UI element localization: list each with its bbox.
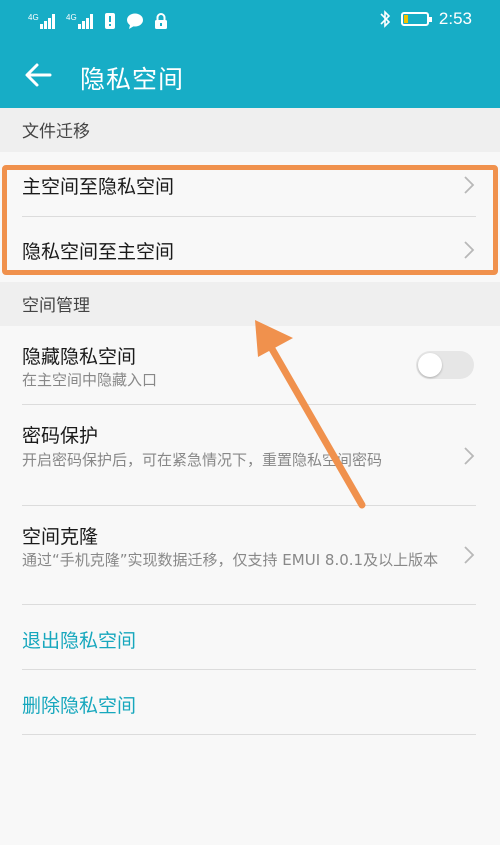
signal-4g-icon: 4G xyxy=(66,13,93,29)
sim-alert-icon xyxy=(105,13,115,29)
status-left-icons: 4G 4G xyxy=(28,11,168,31)
delete-private-space-label: 删除隐私空间 xyxy=(22,695,137,717)
page-title: 隐私空间 xyxy=(80,65,185,94)
main-to-private-label: 主空间至隐私空间 xyxy=(22,176,175,198)
signal-4g-icon: 4G xyxy=(28,13,55,29)
hide-space-toggle[interactable] xyxy=(416,351,474,379)
arrow-left-icon xyxy=(25,63,52,87)
bluetooth-icon xyxy=(380,10,391,28)
chevron-right-icon xyxy=(464,241,475,259)
space-clone-title: 空间克隆 xyxy=(22,526,99,548)
private-to-main-item[interactable]: 隐私空间至主空间 xyxy=(0,217,500,281)
space-clone-subtitle: 通过“手机克隆”实现数据迁移，仅支持 EMUI 8.0.1及以上版本 xyxy=(22,551,439,569)
hide-space-subtitle: 在主空间中隐藏入口 xyxy=(22,371,158,389)
main-to-private-item[interactable]: 主空间至隐私空间 xyxy=(0,152,500,216)
section-header-file-migration: 文件迁移 xyxy=(0,108,500,152)
chevron-right-icon xyxy=(464,447,475,465)
exit-private-space-label: 退出隐私空间 xyxy=(22,630,137,652)
chat-icon xyxy=(127,13,143,29)
signal-2-label: 4G xyxy=(66,13,77,22)
password-protect-item[interactable]: 密码保护 开启密码保护后，可在紧急情况下，重置隐私空间密码 xyxy=(0,405,500,505)
hide-space-title: 隐藏隐私空间 xyxy=(22,346,137,368)
chevron-right-icon xyxy=(464,546,475,564)
back-button[interactable] xyxy=(22,58,56,92)
status-time: 2:53 xyxy=(438,9,472,28)
private-to-main-label: 隐私空间至主空间 xyxy=(22,241,175,263)
lock-icon xyxy=(155,13,167,29)
password-protect-subtitle: 开启密码保护后，可在紧急情况下，重置隐私空间密码 xyxy=(22,451,383,469)
battery-icon xyxy=(400,12,432,26)
section-header-space-management: 空间管理 xyxy=(0,282,500,326)
status-bar: 4G 4G 2:53 xyxy=(0,0,500,44)
divider xyxy=(22,734,476,735)
status-right-icons: 2:53 xyxy=(379,9,472,29)
app-bar: 隐私空间 xyxy=(0,44,500,108)
delete-private-space-item[interactable]: 删除隐私空间 xyxy=(0,670,500,734)
signal-1-label: 4G xyxy=(28,13,39,22)
space-clone-item[interactable]: 空间克隆 通过“手机克隆”实现数据迁移，仅支持 EMUI 8.0.1及以上版本 xyxy=(0,506,500,604)
exit-private-space-item[interactable]: 退出隐私空间 xyxy=(0,605,500,669)
toggle-knob xyxy=(418,353,442,377)
hide-space-item[interactable]: 隐藏隐私空间 在主空间中隐藏入口 xyxy=(0,326,500,404)
password-protect-title: 密码保护 xyxy=(22,425,99,447)
chevron-right-icon xyxy=(464,176,475,194)
